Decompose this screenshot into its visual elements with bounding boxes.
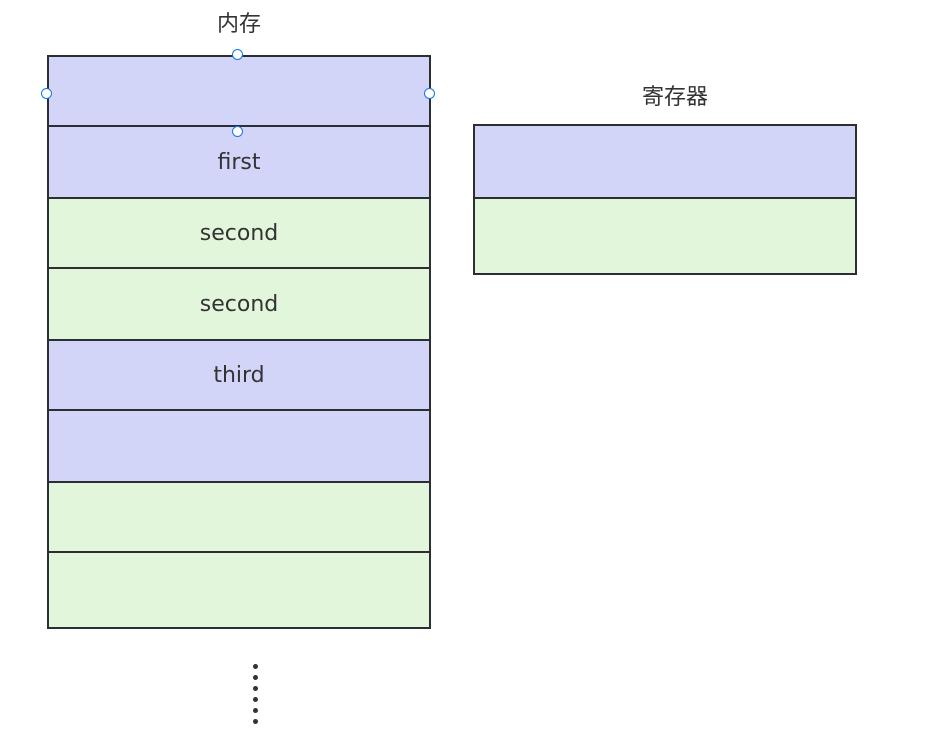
memory-title: 内存: [216, 12, 261, 37]
memory-cell-2[interactable]: second: [47, 197, 431, 269]
register-title: 寄存器: [641, 85, 708, 110]
resize-handle-top[interactable]: [232, 49, 243, 60]
diagram-canvas: 内存 first second second third 寄存器: [0, 0, 930, 750]
resize-handle-bottom[interactable]: [232, 126, 243, 137]
register-cell-0[interactable]: [473, 124, 857, 199]
memory-cell-7[interactable]: [47, 551, 431, 629]
memory-cell-3-label: second: [199, 291, 279, 317]
memory-cell-6[interactable]: [47, 481, 431, 553]
vertical-ellipsis-icon: [250, 664, 260, 724]
resize-handle-right[interactable]: [424, 88, 435, 99]
memory-cell-3[interactable]: second: [47, 267, 431, 341]
resize-handle-left[interactable]: [41, 88, 52, 99]
memory-cell-4[interactable]: third: [47, 339, 431, 411]
memory-cell-5[interactable]: [47, 409, 431, 483]
memory-cell-1-label: first: [217, 149, 261, 175]
memory-cell-4-label: third: [213, 362, 265, 388]
memory-cell-0[interactable]: [47, 55, 431, 127]
register-cell-1[interactable]: [473, 197, 857, 275]
memory-cell-2-label: second: [199, 220, 279, 246]
